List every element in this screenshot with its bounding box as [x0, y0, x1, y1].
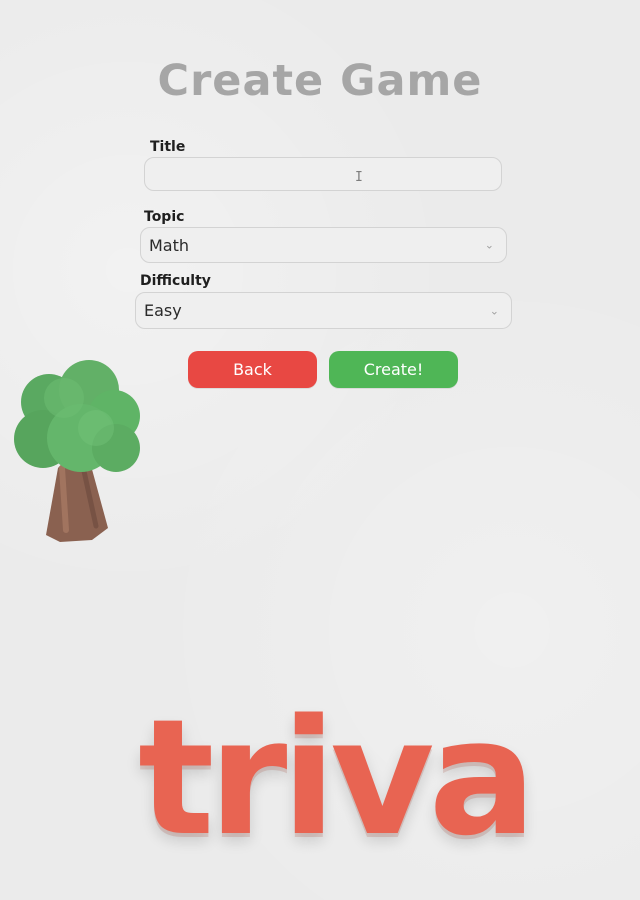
page-title: Create Game — [157, 56, 483, 106]
title-label: Title — [150, 139, 186, 155]
difficulty-value: Easy — [144, 301, 182, 320]
text-cursor-icon: I — [355, 170, 363, 185]
topic-value: Math — [149, 235, 190, 255]
difficulty-label: Difficulty — [140, 273, 211, 289]
create-game-page — [0, 0, 640, 900]
chevron-down-icon: ⌄ — [484, 238, 494, 252]
topic-select[interactable]: Math ⌄ — [140, 227, 507, 263]
topic-label: Topic — [144, 209, 185, 225]
create-button[interactable]: Create! — [329, 351, 458, 388]
difficulty-select[interactable]: Easy ⌄ — [135, 292, 512, 329]
back-button[interactable]: Back — [188, 351, 317, 388]
title-input[interactable] — [144, 157, 502, 191]
chevron-down-icon: ⌄ — [489, 304, 499, 317]
